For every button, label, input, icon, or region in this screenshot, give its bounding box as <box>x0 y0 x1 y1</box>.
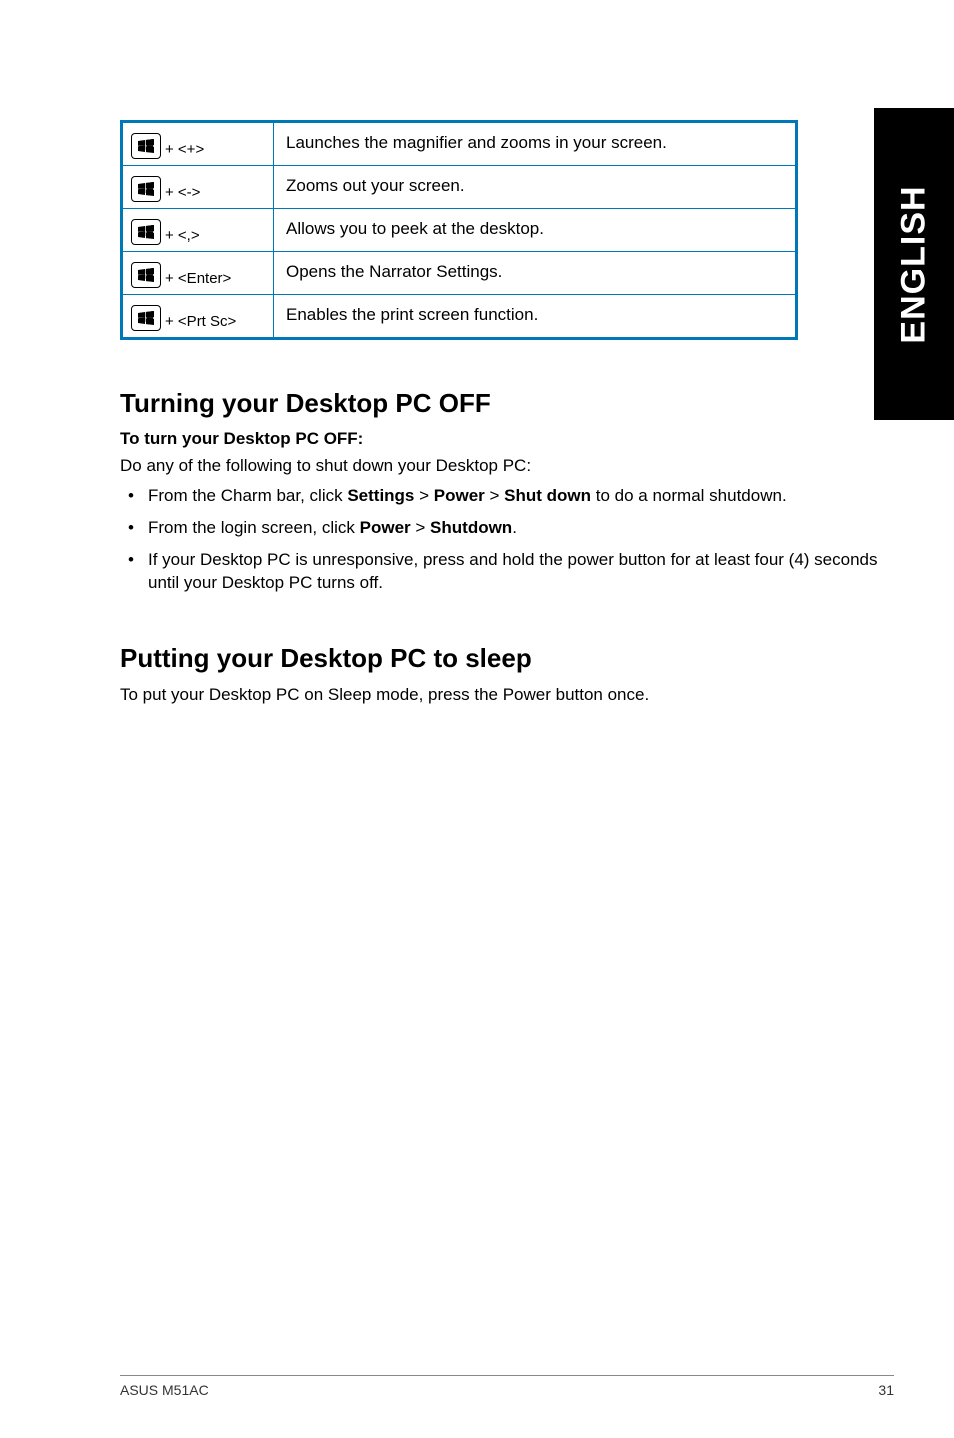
shortcut-key-text: + <Prt Sc> <box>165 313 236 331</box>
table-row: + <Enter> Opens the Narrator Settings. <box>122 252 797 295</box>
page-footer: ASUS M51AC 31 <box>120 1375 894 1398</box>
shortcut-key-cell: + <-> <box>122 166 274 209</box>
side-language-tab: ENGLISH <box>874 108 954 420</box>
shortcuts-body: + <+> Launches the magnifier and zooms in… <box>122 122 797 339</box>
section-turn-off-sub: To turn your Desktop PC OFF: <box>120 429 894 449</box>
section-sleep-body: To put your Desktop PC on Sleep mode, pr… <box>120 684 894 707</box>
shortcut-key-text: + <,> <box>165 227 200 245</box>
bold-text: Shutdown <box>430 518 512 537</box>
shortcut-desc-cell: Zooms out your screen. <box>274 166 797 209</box>
table-row: + <,> Allows you to peek at the desktop. <box>122 209 797 252</box>
shortcut-key-text: + <-> <box>165 184 200 202</box>
shortcut-desc-cell: Enables the print screen function. <box>274 295 797 339</box>
page: ENGLISH + <+> Launches the magnifier and … <box>0 0 954 1438</box>
section-turn-off-list: From the Charm bar, click Settings > Pow… <box>120 484 894 595</box>
footer-page-number: 31 <box>878 1382 894 1398</box>
windows-key-icon <box>131 305 161 331</box>
section-turn-off-intro: Do any of the following to shut down you… <box>120 455 894 478</box>
list-item: If your Desktop PC is unresponsive, pres… <box>148 548 894 596</box>
shortcut-key-cell: + <+> <box>122 122 274 166</box>
shortcut-key-cell: + <Enter> <box>122 252 274 295</box>
shortcut-desc-cell: Opens the Narrator Settings. <box>274 252 797 295</box>
table-row: + <+> Launches the magnifier and zooms in… <box>122 122 797 166</box>
bold-text: Settings <box>347 486 414 505</box>
list-item: From the login screen, click Power > Shu… <box>148 516 894 540</box>
windows-key-icon <box>131 176 161 202</box>
windows-key-icon <box>131 262 161 288</box>
bold-text: Power <box>434 486 485 505</box>
windows-key-icon <box>131 133 161 159</box>
windows-key-icon <box>131 219 161 245</box>
bold-text: Shut down <box>504 486 591 505</box>
table-row: + <Prt Sc> Enables the print screen funct… <box>122 295 797 339</box>
footer-model: ASUS M51AC <box>120 1382 209 1398</box>
shortcut-key-text: + <+> <box>165 141 204 159</box>
shortcut-desc-cell: Launches the magnifier and zooms in your… <box>274 122 797 166</box>
bold-text: Power <box>360 518 411 537</box>
side-language-label: ENGLISH <box>895 185 934 343</box>
list-item: From the Charm bar, click Settings > Pow… <box>148 484 894 508</box>
shortcut-key-text: + <Enter> <box>165 270 231 288</box>
table-row: + <-> Zooms out your screen. <box>122 166 797 209</box>
shortcut-key-cell: + <Prt Sc> <box>122 295 274 339</box>
section-turn-off-title: Turning your Desktop PC OFF <box>120 388 894 419</box>
section-sleep-title: Putting your Desktop PC to sleep <box>120 643 894 674</box>
shortcuts-table: + <+> Launches the magnifier and zooms in… <box>120 120 798 340</box>
shortcut-desc-cell: Allows you to peek at the desktop. <box>274 209 797 252</box>
shortcut-key-cell: + <,> <box>122 209 274 252</box>
